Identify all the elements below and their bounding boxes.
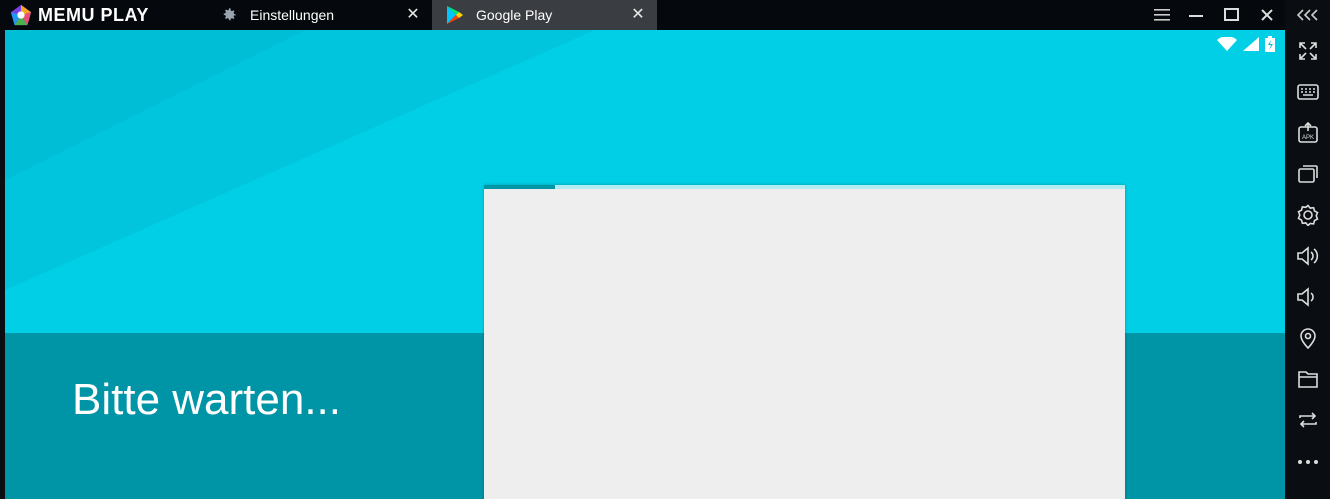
tab-google-play[interactable]: Google Play ✕	[432, 0, 657, 30]
apk-install-icon[interactable]: APK	[1285, 115, 1330, 151]
title-bar: MEMU PLAY Einstellungen ✕ Google Play ✕	[0, 0, 1330, 30]
maximize-icon[interactable]	[1215, 0, 1249, 30]
status-bar	[1217, 36, 1275, 52]
rotate-icon[interactable]	[1285, 402, 1330, 438]
battery-icon	[1265, 36, 1275, 52]
close-icon[interactable]	[1250, 0, 1284, 30]
menu-icon[interactable]	[1145, 0, 1179, 30]
folder-icon[interactable]	[1285, 361, 1330, 397]
close-tab-icon[interactable]: ✕	[629, 5, 647, 23]
progress-fill	[484, 185, 555, 189]
more-icon[interactable]	[1285, 444, 1330, 480]
volume-down-icon[interactable]	[1285, 279, 1330, 315]
brand-name: MEMU PLAY	[38, 4, 149, 25]
memu-logo: MEMU PLAY	[10, 3, 149, 27]
tab-einstellungen[interactable]: Einstellungen ✕	[210, 0, 432, 30]
sidebar-toolbar: APK	[1285, 0, 1330, 499]
minimize-icon[interactable]	[1180, 0, 1214, 30]
gear-icon	[220, 6, 238, 24]
android-screen[interactable]: Bitte warten...	[5, 30, 1285, 499]
progress-bar	[484, 185, 1125, 189]
play-store-icon	[446, 6, 464, 24]
svg-text:APK: APK	[1301, 135, 1313, 141]
fullscreen-icon[interactable]	[1285, 33, 1330, 69]
loading-card	[484, 185, 1125, 499]
please-wait-text: Bitte warten...	[72, 375, 342, 424]
multi-window-icon[interactable]	[1285, 156, 1330, 192]
collapse-icon[interactable]	[1285, 0, 1330, 30]
keyboard-icon[interactable]	[1285, 74, 1330, 110]
location-icon[interactable]	[1285, 320, 1330, 356]
volume-up-icon[interactable]	[1285, 238, 1330, 274]
close-tab-icon[interactable]: ✕	[404, 5, 422, 23]
memu-logo-icon	[10, 4, 32, 26]
tab-label: Einstellungen	[250, 7, 335, 23]
signal-icon	[1243, 37, 1259, 51]
wifi-icon	[1217, 37, 1237, 51]
tab-label: Google Play	[476, 7, 553, 23]
settings-icon[interactable]	[1285, 197, 1330, 233]
